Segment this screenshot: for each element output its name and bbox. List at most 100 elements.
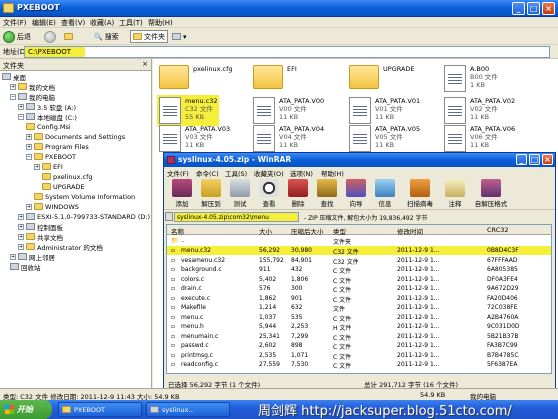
menu-help[interactable]: 帮助(H) xyxy=(148,18,173,28)
close-button[interactable]: × xyxy=(542,2,555,15)
add-button[interactable]: 添加 xyxy=(169,179,195,208)
file-item[interactable]: ATA_PATA.V06 V06 文件 11 KB xyxy=(444,125,515,152)
winrar-maximize-button[interactable]: □ xyxy=(529,154,540,165)
comment-icon xyxy=(445,179,465,197)
file-item[interactable]: ATA_PATA.V05 V05 文件 11 KB xyxy=(349,125,420,152)
tree-item-floppy[interactable]: +3.5 软盘 (A:) xyxy=(18,102,76,112)
address-input[interactable]: C:\PXEBOOT xyxy=(24,46,550,58)
winrar-menu-commands[interactable]: 命令(C) xyxy=(196,168,219,178)
tree-item-system-volume[interactable]: System Volume Information xyxy=(34,192,135,201)
table-row[interactable]: ▫ menu.c32 56,292 30,980 C32 文件 2011-12-9 1..… xyxy=(167,246,551,256)
winrar-menu-options[interactable]: 选项(N) xyxy=(290,168,313,178)
close-pane-icon[interactable]: × xyxy=(142,60,148,68)
tree-item-admin-docs[interactable]: + Administrator 的文档 xyxy=(18,242,103,252)
tree-item-documents-settings[interactable]: + Documents and Settings xyxy=(26,132,125,141)
winrar-menu-tools[interactable]: 工具(S) xyxy=(225,168,247,178)
tree-item-control-panel[interactable]: + 控制面板 xyxy=(18,222,63,232)
menu-favorites[interactable]: 收藏(A) xyxy=(90,18,114,28)
col-modified[interactable]: 修改时间 xyxy=(397,226,423,236)
file-item[interactable]: EFI xyxy=(253,65,297,89)
test-button[interactable]: 测试 xyxy=(227,179,253,208)
tree-item-pxeboot[interactable]: − PXEBOOT xyxy=(26,152,76,161)
tree-item-pxelinux-cfg[interactable]: pxelinux.cfg xyxy=(42,172,93,181)
start-button[interactable]: 开始 xyxy=(0,400,52,419)
table-row[interactable]: ▫ drain.c 576 300 C 文件 2011-12-9 1... 9A672D29 xyxy=(167,284,551,294)
table-row[interactable]: ▫ vesamenu.c32 155,792 84,901 C32 文件 2011-12-… xyxy=(167,256,551,266)
wizard-button[interactable]: 向导 xyxy=(343,179,369,208)
file-item[interactable]: ATA_PATA.V03 V03 文件 11 KB xyxy=(159,125,230,152)
table-row[interactable]: 📁 .. 文件夹 xyxy=(167,236,551,246)
virus-scan-icon xyxy=(410,179,430,197)
tree-item-drive-c[interactable]: − 本地磁盘 (C:) xyxy=(18,112,77,122)
folders-button[interactable]: 文件夹 xyxy=(130,30,168,43)
winrar-menu-file[interactable]: 文件(F) xyxy=(167,168,189,178)
minimize-button[interactable]: _ xyxy=(512,2,525,15)
tree-item-recycle-bin[interactable]: 回收站 xyxy=(10,262,41,272)
file-item[interactable]: ATA_PATA.V00 V00 文件 11 KB xyxy=(253,97,324,124)
views-button[interactable]: ▾ xyxy=(172,30,187,43)
file-item[interactable]: UPGRADE xyxy=(349,65,415,89)
menu-view[interactable]: 查看(V) xyxy=(61,18,85,28)
col-name[interactable]: 名称 xyxy=(171,226,184,236)
table-row[interactable]: ▫ menumain.c 25,341 7,299 C 文件 2011-12-9 1...… xyxy=(167,332,551,342)
back-button[interactable]: 后退 xyxy=(3,30,31,43)
tree-item-config-msi[interactable]: Config.Msi xyxy=(26,122,71,131)
tree-item-desktop[interactable]: 桌面 xyxy=(2,72,26,82)
sfx-button[interactable]: 自解压格式 xyxy=(469,179,513,208)
table-row[interactable]: ▫ printmsg.c 2,535 1,071 C 文件 2011-12-9 1... B… xyxy=(167,351,551,361)
table-row[interactable]: ▫ menu.h 5,944 2,253 H 文件 2011-12-9 1... 9C031… xyxy=(167,322,551,332)
search-button[interactable]: 🔍 搜索 xyxy=(94,30,119,43)
tree-item-efi[interactable]: + EFI xyxy=(34,162,63,171)
tree-item-windows[interactable]: + WINDOWS xyxy=(26,202,79,211)
forward-button[interactable] xyxy=(44,30,56,43)
file-item-selected[interactable]: menu.c32 C32 文件 55 KB xyxy=(157,95,220,126)
table-row[interactable]: ▫ background.c 911 432 C 文件 2011-12-9 1... 6A8… xyxy=(167,265,551,275)
find-button[interactable]: 查找 xyxy=(314,179,340,208)
delete-button[interactable]: 删除 xyxy=(285,179,311,208)
file-item[interactable]: A.B00 B00 文件 1 KB xyxy=(444,65,498,92)
col-packed[interactable]: 压缩后大小 xyxy=(291,226,324,236)
winrar-menu-favorites[interactable]: 收藏夹(O) xyxy=(254,168,284,178)
table-row[interactable]: ▫ menu.c 1,037 535 C 文件 2011-12-9 1... A2B4760… xyxy=(167,313,551,323)
taskbar-item-winrar[interactable]: syslinux... xyxy=(146,402,230,417)
menu-tools[interactable]: 工具(T) xyxy=(119,18,143,28)
status-size: 54.9 KB xyxy=(420,391,446,399)
col-size[interactable]: 大小 xyxy=(259,226,272,236)
tree-item-drive-d[interactable]: + ESXI-5.1.0-799733-STANDARD (D:) xyxy=(18,212,150,221)
taskbar-item-pxeboot[interactable]: PXEBOOT xyxy=(58,402,142,417)
maximize-button[interactable]: □ xyxy=(527,2,540,15)
tree-item-shared-docs[interactable]: + 共享文档 xyxy=(18,232,63,242)
winrar-minimize-button[interactable]: _ xyxy=(516,154,527,165)
table-row[interactable]: ▫ passwd.c 2,602 898 C 文件 2011-12-9 1... FA3B7… xyxy=(167,341,551,351)
cell-crc: B7B4785C xyxy=(487,351,519,359)
up-button[interactable] xyxy=(64,30,73,43)
tree-item-my-documents[interactable]: + 我的文档 xyxy=(10,82,55,92)
virus-scan-button[interactable]: 扫描病毒 xyxy=(401,179,439,208)
file-item[interactable]: ATA_PATA.V02 V02 文件 11 KB xyxy=(444,97,515,124)
up-one-level-icon[interactable] xyxy=(165,212,173,221)
file-item[interactable]: ATA_PATA.V04 V04 文件 11 KB xyxy=(253,125,324,152)
table-row[interactable]: ▫ execute.c 1,862 901 C 文件 2011-12-9 1... FA20… xyxy=(167,294,551,304)
menu-file[interactable]: 文件(F) xyxy=(3,18,27,28)
comment-button[interactable]: 注释 xyxy=(442,179,468,208)
file-item[interactable]: ATA_PATA.V01 V01 文件 11 KB xyxy=(349,97,420,124)
col-type[interactable]: 类型 xyxy=(333,226,346,236)
cell-size: 56,292 xyxy=(259,247,280,254)
archive-path-field[interactable]: syslinux-4.05.zip\com32\menu xyxy=(174,212,299,222)
tree-item-program-files[interactable]: + Program Files xyxy=(26,142,89,151)
table-row[interactable]: ▫ colors.c 5,402 1,806 C 文件 2011-12-9 1... DF0… xyxy=(167,275,551,285)
table-row[interactable]: ▫ Makefile 1,214 632 文件 2011-12-9 1... 72C038F… xyxy=(167,303,551,313)
cell-packed: 30,980 xyxy=(291,247,312,254)
extract-button[interactable]: 解压到 xyxy=(198,179,224,208)
col-crc[interactable]: CRC32 xyxy=(487,226,509,234)
menu-edit[interactable]: 编辑(E) xyxy=(32,18,56,28)
info-button[interactable]: 信息 xyxy=(372,179,398,208)
view-button[interactable]: 查看 xyxy=(256,179,282,208)
winrar-close-button[interactable]: × xyxy=(542,154,553,165)
winrar-menu-help[interactable]: 帮助(H) xyxy=(321,168,344,178)
tree-item-upgrade[interactable]: UPGRADE xyxy=(42,182,85,191)
tree-item-network[interactable]: + 网上邻居 xyxy=(10,252,55,262)
tree-item-my-computer[interactable]: − 我的电脑 xyxy=(10,92,55,102)
table-row[interactable]: ▫ readconfig.c 27,559 7,530 C 文件 2011-12-9 1.… xyxy=(167,360,551,370)
file-item[interactable]: pxelinux.cfg xyxy=(159,65,233,89)
